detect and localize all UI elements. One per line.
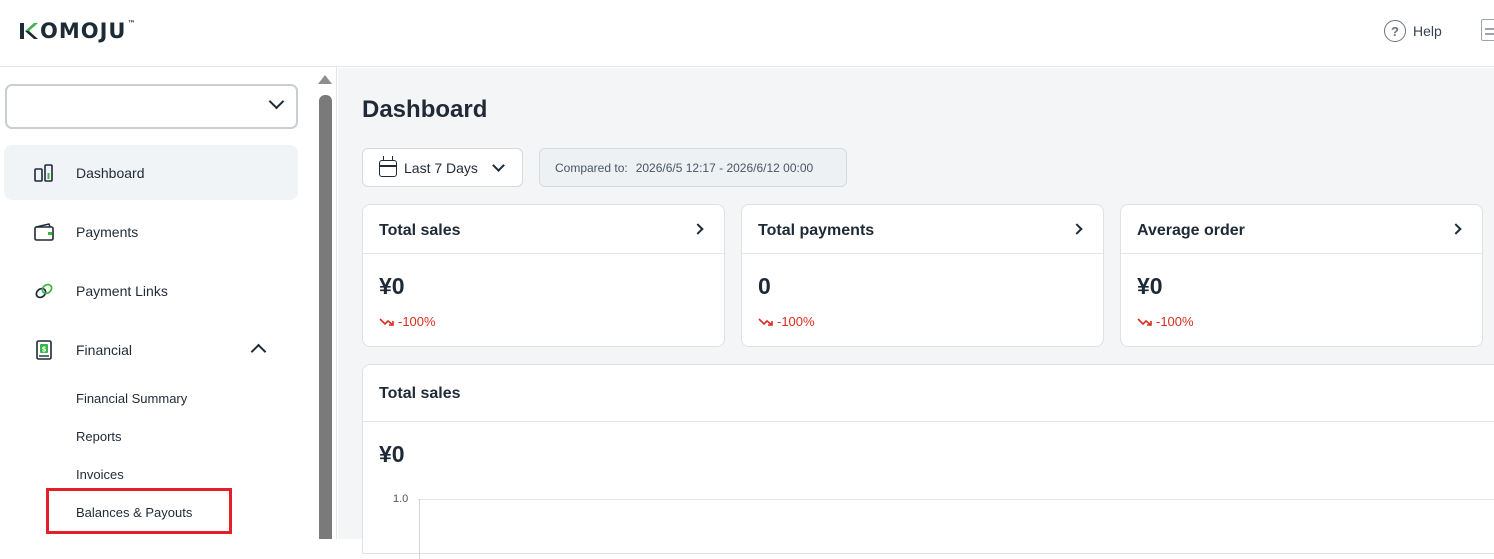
- trend-down-icon: [1137, 317, 1152, 326]
- main-content: Dashboard Last 7 Days Compared to: 2026/…: [338, 68, 1494, 559]
- document-icon[interactable]: [1481, 19, 1494, 41]
- link-icon: [35, 283, 53, 299]
- page-title: Dashboard: [362, 96, 488, 123]
- card-header: Total payments: [742, 205, 1103, 254]
- sidebar-item-label: Dashboard: [76, 164, 145, 181]
- sidebar-item-payments[interactable]: Payments: [4, 204, 298, 259]
- compare-label: Compared to:: [555, 160, 628, 175]
- card-delta: -100%: [379, 314, 436, 329]
- sidebar-item-dashboard[interactable]: Dashboard: [4, 145, 298, 200]
- chevron-down-icon: [492, 159, 505, 172]
- card-delta: -100%: [1137, 314, 1194, 329]
- chart-y-axis: [419, 499, 420, 559]
- card-title: Total sales: [379, 385, 461, 402]
- card-delta-value: -100%: [777, 314, 815, 329]
- chevron-down-icon: [268, 93, 285, 110]
- top-bar: OMOJU ™ ? Help: [0, 0, 1494, 67]
- svg-text:$: $: [42, 346, 47, 354]
- chevron-up-icon[interactable]: [250, 343, 267, 360]
- scroll-up-arrow-icon[interactable]: [318, 75, 332, 84]
- chart-grid-line: [418, 499, 1494, 500]
- sidebar-subitem-invoices[interactable]: Invoices: [76, 467, 124, 482]
- date-range-label: Last 7 Days: [404, 159, 478, 176]
- trend-down-icon: [758, 317, 773, 326]
- sidebar-item-label: Payments: [76, 223, 139, 240]
- card-header: Average order: [1121, 205, 1482, 254]
- dashboard-icon: [34, 164, 53, 182]
- card-value: ¥0: [379, 441, 405, 467]
- compare-range: Compared to: 2026/6/5 12:17 - 2026/6/12 …: [539, 148, 847, 187]
- card-delta-value: -100%: [398, 314, 436, 329]
- card-header: Total sales: [363, 365, 1494, 422]
- highlight-annotation: [46, 488, 232, 534]
- card-delta: -100%: [758, 314, 815, 329]
- sidebar-subitem-financial-summary[interactable]: Financial Summary: [76, 391, 187, 406]
- logo-trademark: ™: [127, 18, 137, 28]
- compare-range-value: 2026/6/5 12:17 - 2026/6/12 00:00: [635, 160, 814, 175]
- card-title: Average order: [1137, 222, 1245, 239]
- calendar-icon: [379, 156, 397, 177]
- card-title: Total payments: [758, 222, 875, 239]
- total-sales-chart-card: Total sales ¥0 1.0: [362, 364, 1494, 559]
- help-icon: ?: [1384, 20, 1406, 42]
- card-header: Total sales: [363, 205, 724, 254]
- financial-doc-icon: $: [36, 340, 52, 360]
- card-title: Total sales: [379, 222, 461, 239]
- card-delta-value: -100%: [1156, 314, 1194, 329]
- account-select[interactable]: [5, 84, 298, 129]
- help-link[interactable]: ? Help: [1384, 20, 1442, 42]
- sidebar-subitem-reports[interactable]: Reports: [76, 429, 122, 444]
- kpi-card-average-order[interactable]: Average order ¥0 -100%: [1120, 204, 1483, 347]
- chevron-right-icon[interactable]: [692, 223, 704, 235]
- card-value: ¥0: [1137, 273, 1163, 299]
- trend-down-icon: [379, 317, 394, 326]
- sidebar-scrollbar-thumb[interactable]: [319, 95, 332, 539]
- sidebar-item-label: Financial: [76, 341, 133, 358]
- chevron-right-icon[interactable]: [1450, 223, 1462, 235]
- sidebar-item-payment-links[interactable]: Payment Links: [4, 263, 298, 318]
- sidebar-item-financial[interactable]: $ Financial: [4, 322, 298, 377]
- wallet-icon: [34, 223, 54, 241]
- kpi-card-total-payments[interactable]: Total payments 0 -100%: [741, 204, 1104, 347]
- komoju-logo[interactable]: OMOJU ™: [19, 18, 136, 44]
- card-value: 0: [758, 273, 771, 299]
- sidebar: Dashboard Payments Payment Links $ Finan…: [0, 67, 337, 539]
- date-range-button[interactable]: Last 7 Days: [362, 148, 523, 187]
- chart-y-tick-label: 1.0: [393, 493, 409, 505]
- card-value: ¥0: [379, 273, 405, 299]
- logo-text: OMOJU: [40, 19, 127, 43]
- komoju-k-icon: [20, 23, 38, 39]
- help-label: Help: [1413, 23, 1442, 39]
- sidebar-item-label: Payment Links: [76, 282, 168, 299]
- chevron-right-icon[interactable]: [1071, 223, 1083, 235]
- kpi-card-total-sales[interactable]: Total sales ¥0 -100%: [362, 204, 725, 347]
